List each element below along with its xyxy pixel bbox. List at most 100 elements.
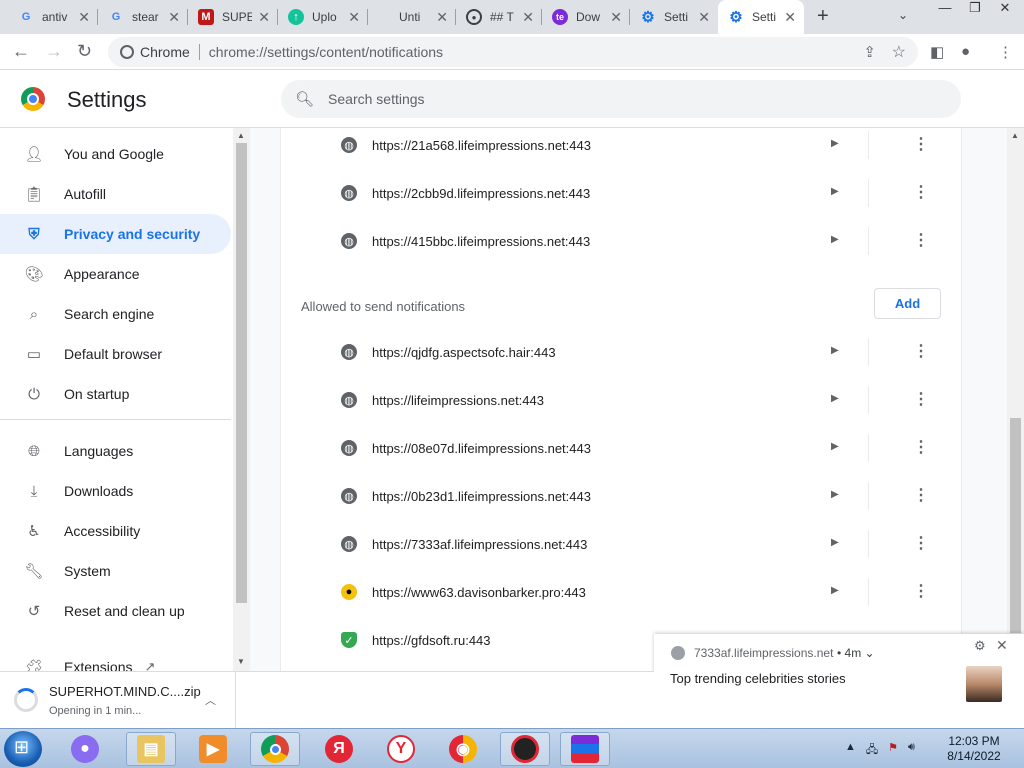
more-actions-icon[interactable]: ⋮	[913, 182, 929, 202]
site-row[interactable]: ◍ https://08e07d.lifeimpressions.net:443…	[281, 424, 963, 472]
site-row[interactable]: ◍ https://21a568.lifeimpressions.net:443…	[281, 128, 963, 169]
notification-age[interactable]: • 4m ⌄	[837, 646, 875, 660]
sidebar-item-autofill[interactable]: 📋︎ Autofill	[0, 174, 231, 214]
expand-arrow-icon[interactable]: ▶	[831, 234, 839, 245]
more-actions-icon[interactable]: ⋮	[913, 230, 929, 250]
main-scrollbar[interactable]: ▲	[1007, 128, 1024, 671]
profile-icon[interactable]: ●	[961, 43, 970, 60]
sidebar-item-default-browser[interactable]: ▭ Default browser	[0, 334, 231, 374]
sidebar-item-on-startup[interactable]: ⏻ On startup	[0, 374, 231, 414]
add-site-button[interactable]: Add	[874, 288, 941, 319]
taskbar-winrar[interactable]	[560, 732, 610, 766]
system-clock[interactable]: 12:03 PM 8/14/2022	[944, 734, 1004, 764]
more-actions-icon[interactable]: ⋮	[913, 341, 929, 361]
minimize-button[interactable]: —	[930, 0, 960, 16]
taskbar-media[interactable]: ▶	[188, 732, 238, 766]
gear-icon[interactable]: ⚙	[974, 638, 986, 654]
sidebar-item-languages[interactable]: 🌐︎ Languages	[0, 431, 231, 471]
scroll-up-arrow[interactable]: ▲	[1011, 131, 1019, 140]
taskbar-vpn[interactable]: ◉	[438, 732, 488, 766]
tab-search-icon[interactable]: ⌄	[898, 8, 908, 22]
close-icon[interactable]: ✕	[78, 9, 90, 26]
notification-popup[interactable]: 7333af.lifeimpressions.net • 4m ⌄ ⚙ ✕ To…	[654, 634, 1024, 728]
close-icon[interactable]: ✕	[522, 9, 534, 26]
close-icon[interactable]: ✕	[436, 9, 448, 26]
tab-1[interactable]: G antiv ✕	[8, 0, 98, 34]
sidebar-scrollbar[interactable]: ▲ ▼	[233, 128, 250, 671]
more-actions-icon[interactable]: ⋮	[913, 533, 929, 553]
more-actions-icon[interactable]: ⋮	[913, 134, 929, 154]
start-button[interactable]	[4, 731, 42, 767]
tab-6[interactable]: ● ## T ✕	[456, 0, 542, 34]
tab-2[interactable]: G stear ✕	[98, 0, 188, 34]
taskbar-app-icon[interactable]: ●	[60, 732, 110, 766]
tab-3[interactable]: M SUPE ✕	[188, 0, 278, 34]
scrollbar-thumb[interactable]	[236, 143, 247, 603]
site-row[interactable]: ◍ https://415bbc.lifeimpressions.net:443…	[281, 217, 963, 265]
tab-8[interactable]: ⚙ Setti ✕	[630, 0, 718, 34]
bookmark-star-icon[interactable]: ☆	[892, 42, 906, 62]
volume-icon[interactable]: 🔊︎	[908, 741, 915, 760]
settings-search[interactable]: 🔍︎	[281, 80, 961, 118]
expand-arrow-icon[interactable]: ▶	[831, 585, 839, 596]
taskbar-yandex[interactable]: Y	[376, 732, 426, 766]
close-icon[interactable]: ✕	[698, 9, 710, 26]
close-icon[interactable]: ✕	[996, 637, 1008, 654]
scroll-down-arrow[interactable]: ▼	[237, 657, 245, 666]
download-item[interactable]: SUPERHOT.MIND.C....zip Opening in 1 min.…	[0, 672, 236, 729]
sidebar-item-system[interactable]: 🔧︎ System	[0, 551, 231, 591]
chevron-up-icon[interactable]: ︿	[205, 692, 216, 708]
new-tab-button[interactable]: +	[817, 5, 829, 28]
network-icon[interactable]: 🖧︎	[866, 741, 878, 760]
more-actions-icon[interactable]: ⋮	[913, 437, 929, 457]
search-input[interactable]	[328, 91, 929, 107]
back-icon[interactable]: ←	[12, 41, 30, 62]
scrollbar-thumb[interactable]	[1010, 418, 1021, 633]
more-actions-icon[interactable]: ⋮	[913, 581, 929, 601]
taskbar-yandex-browser[interactable]: Я	[314, 732, 364, 766]
sidebar-item-privacy-and-security[interactable]: ⛨ Privacy and security	[0, 214, 231, 254]
close-icon[interactable]: ✕	[168, 9, 180, 26]
tab-4[interactable]: ↑ Uplo ✕	[278, 0, 368, 34]
expand-arrow-icon[interactable]: ▶	[831, 393, 839, 404]
tab-5[interactable]: Unti ✕	[368, 0, 456, 34]
more-actions-icon[interactable]: ⋮	[913, 389, 929, 409]
site-row[interactable]: ● https://www63.davisonbarker.pro:443 ▶ …	[281, 568, 963, 616]
address-bar[interactable]: Chrome chrome://settings/content/notific…	[108, 37, 918, 67]
close-icon[interactable]: ✕	[258, 9, 270, 26]
taskbar-recorder[interactable]	[500, 732, 550, 766]
side-panel-icon[interactable]: ◧	[930, 43, 944, 61]
expand-arrow-icon[interactable]: ▶	[831, 489, 839, 500]
sidebar-item-extensions[interactable]: 🧩︎ Extensions ↗	[0, 647, 231, 671]
sidebar-item-appearance[interactable]: 🎨︎ Appearance	[0, 254, 231, 294]
site-row[interactable]: ◍ https://7333af.lifeimpressions.net:443…	[281, 520, 963, 568]
sidebar-item-downloads[interactable]: ⤓ Downloads	[0, 471, 231, 511]
site-row[interactable]: ◍ https://lifeimpressions.net:443 ▶ ⋮	[281, 376, 963, 424]
sidebar-item-reset-and-clean-up[interactable]: ↺ Reset and clean up	[0, 591, 231, 631]
expand-arrow-icon[interactable]: ▶	[831, 345, 839, 356]
expand-arrow-icon[interactable]: ▶	[831, 186, 839, 197]
close-icon[interactable]: ✕	[610, 9, 622, 26]
scroll-up-arrow[interactable]: ▲	[237, 131, 245, 140]
reload-icon[interactable]: ↻	[77, 41, 92, 62]
chevron-up-icon[interactable]: ▲	[845, 741, 856, 760]
taskbar-chrome[interactable]	[250, 732, 300, 766]
kebab-menu-icon[interactable]: ⋮	[998, 43, 1013, 61]
close-icon[interactable]: ✕	[784, 9, 796, 26]
close-icon[interactable]: ✕	[348, 9, 360, 26]
forward-icon[interactable]: →	[45, 41, 63, 62]
restore-button[interactable]: ❐	[960, 0, 990, 16]
sidebar-item-search-engine[interactable]: ⌕ Search engine	[0, 294, 231, 334]
expand-arrow-icon[interactable]: ▶	[831, 537, 839, 548]
sidebar-item-you-and-google[interactable]: 👤︎ You and Google	[0, 134, 231, 174]
tab-9-active[interactable]: ⚙ Setti ✕	[718, 0, 804, 34]
tab-7[interactable]: te Dow ✕	[542, 0, 630, 34]
expand-arrow-icon[interactable]: ▶	[831, 441, 839, 452]
site-row[interactable]: ◍ https://qjdfg.aspectsofc.hair:443 ▶ ⋮	[281, 328, 963, 376]
close-window-button[interactable]: ✕	[990, 0, 1020, 16]
site-row[interactable]: ◍ https://0b23d1.lifeimpressions.net:443…	[281, 472, 963, 520]
flag-icon[interactable]: ⚑	[888, 741, 898, 760]
site-row[interactable]: ◍ https://2cbb9d.lifeimpressions.net:443…	[281, 169, 963, 217]
taskbar-explorer[interactable]: ▤	[126, 732, 176, 766]
more-actions-icon[interactable]: ⋮	[913, 485, 929, 505]
